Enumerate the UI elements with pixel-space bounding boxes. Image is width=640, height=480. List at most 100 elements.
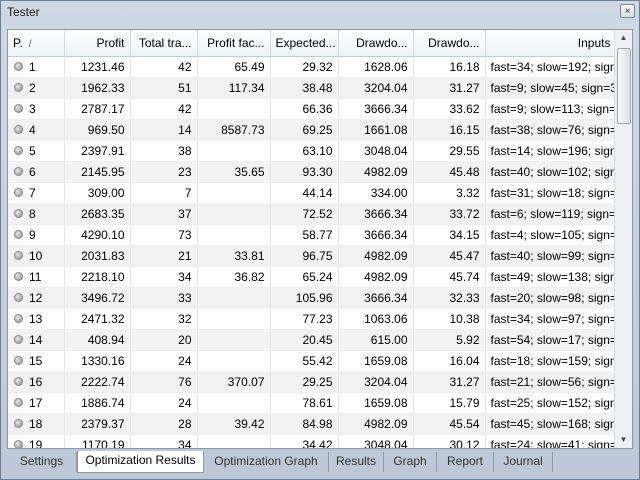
cell-total-trades: 32 bbox=[130, 308, 198, 330]
cell-pass: 9 bbox=[8, 224, 65, 246]
pass-number: 4 bbox=[29, 123, 36, 137]
tab-results[interactable]: Results bbox=[329, 452, 384, 472]
table-row[interactable]: 11 2218.10 34 36.82 65.24 4982.09 45.74 fast=49… bbox=[8, 266, 617, 288]
pass-status-icon bbox=[14, 146, 23, 156]
table-row[interactable]: 6 2145.95 23 35.65 93.30 4982.09 45.48 fast=40;… bbox=[8, 161, 617, 183]
pass-status-icon bbox=[14, 398, 23, 408]
table-row[interactable]: 18 2379.37 28 39.42 84.98 4982.09 45.54 fast=45… bbox=[8, 413, 617, 435]
cell-profit: 2218.10 bbox=[64, 266, 131, 288]
close-icon: × bbox=[624, 6, 631, 17]
pass-status-icon bbox=[14, 314, 23, 324]
cell-drawdown-money: 3666.34 bbox=[338, 287, 414, 309]
cell-expected-payoff: 58.77 bbox=[270, 224, 339, 246]
cell-drawdown-percent: 16.04 bbox=[413, 350, 486, 372]
cell-expected-payoff: 84.98 bbox=[270, 413, 339, 435]
cell-drawdown-money: 3666.34 bbox=[338, 203, 414, 225]
cell-inputs: fast=34; slow=192; sign... bbox=[485, 56, 617, 78]
cell-inputs: fast=38; slow=76; sign=... bbox=[485, 119, 617, 141]
cell-total-trades: 33 bbox=[130, 287, 198, 309]
cell-drawdown-percent: 33.62 bbox=[413, 98, 486, 120]
tester-tabs: Settings Optimization Results Optimizati… bbox=[7, 451, 633, 474]
table-row[interactable]: 2 1962.33 51 117.34 38.48 3204.04 31.27 fast=9;… bbox=[8, 77, 617, 99]
cell-inputs: fast=45; slow=168; sign=... bbox=[485, 413, 617, 435]
table-row[interactable]: 1 1231.46 42 65.49 29.32 1628.06 16.18 fast=34;… bbox=[8, 56, 617, 78]
cell-pass: 8 bbox=[8, 203, 65, 225]
column-header-expected-payoff[interactable]: Expected... bbox=[270, 30, 339, 57]
scrollbar-thumb[interactable] bbox=[617, 48, 631, 124]
table-row[interactable]: 8 2683.35 37 72.52 3666.34 33.72 fast=6; slow=… bbox=[8, 203, 617, 225]
table-row[interactable]: 13 2471.32 32 77.23 1063.06 10.38 fast=34; slo… bbox=[8, 308, 617, 330]
table-row[interactable]: 9 4290.10 73 58.77 3666.34 34.15 fast=4; slow=… bbox=[8, 224, 617, 246]
table-row[interactable]: 16 2222.74 76 370.07 29.25 3204.04 31.27 fast=2… bbox=[8, 371, 617, 393]
table-row[interactable]: 10 2031.83 21 33.81 96.75 4982.09 45.47 fast=40… bbox=[8, 245, 617, 267]
column-header-profit-factor[interactable]: Profit fac... bbox=[197, 30, 271, 57]
table-row[interactable]: 15 1330.16 24 55.42 1659.08 16.04 fast=18; slo… bbox=[8, 350, 617, 372]
cell-total-trades: 73 bbox=[130, 224, 198, 246]
cell-expected-payoff: 105.96 bbox=[270, 287, 339, 309]
cell-drawdown-money: 1628.06 bbox=[338, 56, 414, 78]
tab-optimization-results[interactable]: Optimization Results bbox=[77, 451, 204, 473]
cell-pass: 17 bbox=[8, 392, 65, 414]
cell-expected-payoff: 77.23 bbox=[270, 308, 339, 330]
pass-number: 1 bbox=[29, 60, 36, 74]
tab-journal[interactable]: Journal bbox=[494, 452, 553, 472]
column-header-drawdown-percent[interactable]: Drawdo... bbox=[413, 30, 486, 57]
cell-pass: 14 bbox=[8, 329, 65, 351]
table-row[interactable]: 3 2787.17 42 66.36 3666.34 33.62 fast=9; slow=… bbox=[8, 98, 617, 120]
cell-profit-factor: 65.49 bbox=[197, 56, 271, 78]
column-header-pass[interactable]: P. / bbox=[8, 30, 65, 57]
column-header-total-trades[interactable]: Total tra... bbox=[130, 30, 198, 57]
column-header-drawdown-money[interactable]: Drawdo... bbox=[338, 30, 414, 57]
cell-expected-payoff: 66.36 bbox=[270, 98, 339, 120]
cell-drawdown-percent: 30.12 bbox=[413, 434, 486, 448]
table-row[interactable]: 12 3496.72 33 105.96 3666.34 32.33 fast=20; sl… bbox=[8, 287, 617, 309]
cell-total-trades: 38 bbox=[130, 140, 198, 162]
optimization-results-grid: P. / Profit Total tra... Profit fac... Ex… bbox=[7, 29, 633, 449]
cell-expected-payoff: 34.42 bbox=[270, 434, 339, 448]
tab-report[interactable]: Report bbox=[437, 452, 494, 472]
table-row[interactable]: 5 2397.91 38 63.10 3048.04 29.55 fast=14; slow… bbox=[8, 140, 617, 162]
table-row[interactable]: 7 309.00 7 44.14 334.00 3.32 fast=31; slow=18;… bbox=[8, 182, 617, 204]
cell-inputs: fast=20; slow=98; sign=... bbox=[485, 287, 617, 309]
close-button[interactable]: × bbox=[620, 4, 635, 18]
pass-number: 12 bbox=[29, 291, 43, 305]
cell-drawdown-percent: 45.48 bbox=[413, 161, 486, 183]
pass-status-icon bbox=[14, 167, 23, 177]
cell-profit: 309.00 bbox=[64, 182, 131, 204]
cell-pass: 18 bbox=[8, 413, 65, 435]
cell-inputs: fast=40; slow=99; sign=... bbox=[485, 245, 617, 267]
cell-expected-payoff: 65.24 bbox=[270, 266, 339, 288]
tab-optimization-graph[interactable]: Optimization Graph bbox=[204, 452, 329, 472]
cell-drawdown-percent: 16.18 bbox=[413, 56, 486, 78]
cell-drawdown-money: 334.00 bbox=[338, 182, 414, 204]
tab-settings[interactable]: Settings bbox=[7, 452, 77, 472]
pass-number: 7 bbox=[29, 186, 36, 200]
cell-total-trades: 34 bbox=[130, 434, 198, 448]
cell-drawdown-money: 1659.08 bbox=[338, 350, 414, 372]
table-row[interactable]: 17 1886.74 24 78.61 1659.08 15.79 fast=25; slo… bbox=[8, 392, 617, 414]
cell-expected-payoff: 96.75 bbox=[270, 245, 339, 267]
cell-total-trades: 28 bbox=[130, 413, 198, 435]
table-row[interactable]: 14 408.94 20 20.45 615.00 5.92 fast=54; slow=1… bbox=[8, 329, 617, 351]
scroll-down-icon[interactable]: ▼ bbox=[615, 432, 632, 448]
cell-expected-payoff: 78.61 bbox=[270, 392, 339, 414]
cell-profit-factor bbox=[197, 98, 271, 120]
window-title: Tester bbox=[7, 5, 40, 19]
pass-status-icon bbox=[14, 251, 23, 261]
tab-graph[interactable]: Graph bbox=[384, 452, 437, 472]
table-row[interactable]: 4 969.50 14 8587.73 69.25 1661.08 16.15 fast=38… bbox=[8, 119, 617, 141]
column-header-inputs[interactable]: Inputs bbox=[485, 30, 617, 57]
cell-inputs: fast=34; slow=97; sign=... bbox=[485, 308, 617, 330]
cell-inputs: fast=4; slow=105; sign=... bbox=[485, 224, 617, 246]
cell-profit: 1886.74 bbox=[64, 392, 131, 414]
cell-inputs: fast=49; slow=138; sign=... bbox=[485, 266, 617, 288]
table-row[interactable]: 19 1170.19 34 34.42 3048.04 30.12 fast=24; slo… bbox=[8, 434, 617, 448]
cell-drawdown-money: 3204.04 bbox=[338, 371, 414, 393]
cell-expected-payoff: 69.25 bbox=[270, 119, 339, 141]
column-header-profit[interactable]: Profit bbox=[64, 30, 131, 57]
title-bar: Tester × bbox=[1, 1, 639, 23]
cell-drawdown-money: 3204.04 bbox=[338, 77, 414, 99]
scroll-up-icon[interactable]: ▲ bbox=[615, 30, 632, 46]
vertical-scrollbar[interactable]: ▲ ▼ bbox=[614, 30, 632, 448]
pass-status-icon bbox=[14, 83, 23, 93]
